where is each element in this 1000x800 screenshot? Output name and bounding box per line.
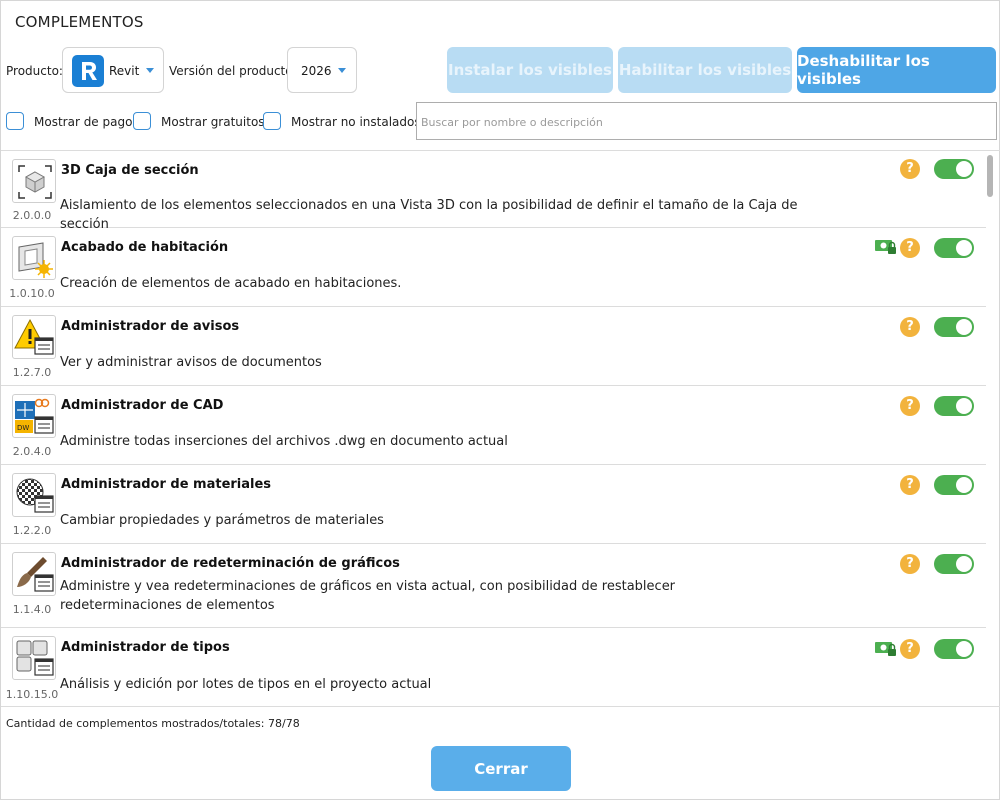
item-name: 3D Caja de sección — [61, 163, 199, 178]
item-description: Cambiar propiedades y parámetros de mate… — [60, 513, 384, 528]
help-icon[interactable]: ? — [900, 317, 920, 337]
version-label: Versión del producto: — [169, 64, 297, 78]
item-version: 1.10.15.0 — [5, 688, 59, 701]
show-paid-label: Mostrar de pago — [34, 115, 133, 129]
disable-visible-button[interactable]: Deshabilitar los visibles — [797, 47, 996, 93]
revit-logo-icon — [72, 55, 104, 87]
item-name: Acabado de habitación — [61, 240, 229, 255]
room-finish-icon — [12, 236, 56, 280]
item-name: Administrador de CAD — [61, 398, 224, 413]
section-box-icon — [12, 159, 56, 203]
paid-license-icon — [875, 239, 897, 255]
paid-license-icon — [875, 641, 897, 657]
help-icon[interactable]: ? — [900, 396, 920, 416]
addins-list[interactable]: 2.0.0.0 3D Caja de sección Aislamiento d… — [1, 150, 1000, 707]
material-manager-icon — [12, 473, 56, 517]
show-not-installed-label: Mostrar no instalados — [291, 115, 421, 129]
item-name: Administrador de materiales — [61, 477, 272, 492]
graphics-override-icon — [12, 552, 56, 596]
item-name: Administrador de avisos — [61, 319, 240, 334]
help-icon[interactable]: ? — [900, 238, 920, 258]
enable-toggle[interactable] — [934, 159, 974, 179]
addins-window: COMPLEMENTOS Producto: Revit Versión del… — [0, 0, 1000, 800]
window-title: COMPLEMENTOS — [15, 13, 144, 31]
list-item: 1.1.4.0 Administrador de redeterminación… — [1, 544, 986, 628]
show-not-installed-checkbox[interactable] — [263, 112, 281, 130]
item-description: Análisis y edición por lotes de tipos en… — [60, 677, 432, 692]
enable-visible-button[interactable]: Habilitar los visibles — [618, 47, 792, 93]
enable-toggle[interactable] — [934, 475, 974, 495]
search-input[interactable]: Buscar por nombre o descripción — [416, 102, 997, 140]
product-value: Revit — [109, 64, 140, 78]
version-select[interactable]: 2026 — [287, 47, 357, 93]
item-description: Administre y vea redeterminaciones de gr… — [60, 579, 676, 613]
svg-text:DW: DW — [17, 424, 29, 432]
list-item: 1.2.2.0 Administrador de materiales Camb… — [1, 465, 986, 544]
help-icon[interactable]: ? — [900, 554, 920, 574]
chevron-down-icon — [338, 68, 346, 73]
list-item: 2.0.0.0 3D Caja de sección Aislamiento d… — [1, 151, 986, 232]
show-paid-checkbox[interactable] — [6, 112, 24, 130]
item-version: 1.2.7.0 — [12, 366, 52, 379]
product-select[interactable]: Revit — [62, 47, 164, 93]
cad-manager-icon: DW — [12, 394, 56, 438]
item-version: 1.0.10.0 — [9, 287, 55, 300]
toolbar: Producto: Revit Versión del producto: 20… — [1, 47, 1000, 93]
chevron-down-icon — [146, 68, 154, 73]
item-version: 2.0.4.0 — [12, 445, 52, 458]
show-free-label: Mostrar gratuitos — [161, 115, 265, 129]
item-version: 1.1.4.0 — [12, 603, 52, 616]
warning-manager-icon — [12, 315, 56, 359]
list-item: DW 2.0.4.0 Administrador de CAD Administ… — [1, 386, 986, 465]
enable-toggle[interactable] — [934, 639, 974, 659]
list-scrollbar[interactable] — [987, 155, 993, 197]
item-description: Ver y administrar avisos de documentos — [60, 355, 322, 370]
item-version: 1.2.2.0 — [12, 524, 52, 537]
list-item: 1.2.7.0 Administrador de avisos Ver y ad… — [1, 307, 986, 386]
type-manager-icon — [12, 636, 56, 680]
close-button[interactable]: Cerrar — [431, 746, 571, 791]
product-label: Producto: — [6, 64, 63, 78]
filters-bar: Mostrar de pago Mostrar gratuitos Mostra… — [1, 101, 1000, 141]
install-visible-button[interactable]: Instalar los visibles — [447, 47, 613, 93]
item-version: 2.0.0.0 — [12, 209, 52, 222]
item-description: Creación de elementos de acabado en habi… — [60, 276, 402, 291]
help-icon[interactable]: ? — [900, 639, 920, 659]
list-item: 1.10.15.0 Administrador de tipos Análisi… — [1, 628, 986, 706]
list-item: 1.0.10.0 Acabado de habitación Creación … — [1, 228, 986, 307]
enable-toggle[interactable] — [934, 238, 974, 258]
item-name: Administrador de tipos — [61, 640, 230, 655]
item-description: Administre todas inserciones del archivo… — [60, 434, 508, 449]
help-icon[interactable]: ? — [900, 159, 920, 179]
show-free-checkbox[interactable] — [133, 112, 151, 130]
enable-toggle[interactable] — [934, 554, 974, 574]
addins-count: Cantidad de complementos mostrados/total… — [6, 717, 300, 730]
help-icon[interactable]: ? — [900, 475, 920, 495]
enable-toggle[interactable] — [934, 396, 974, 416]
item-name: Administrador de redeterminación de gráf… — [61, 556, 400, 571]
enable-toggle[interactable] — [934, 317, 974, 337]
version-value: 2026 — [301, 64, 332, 78]
